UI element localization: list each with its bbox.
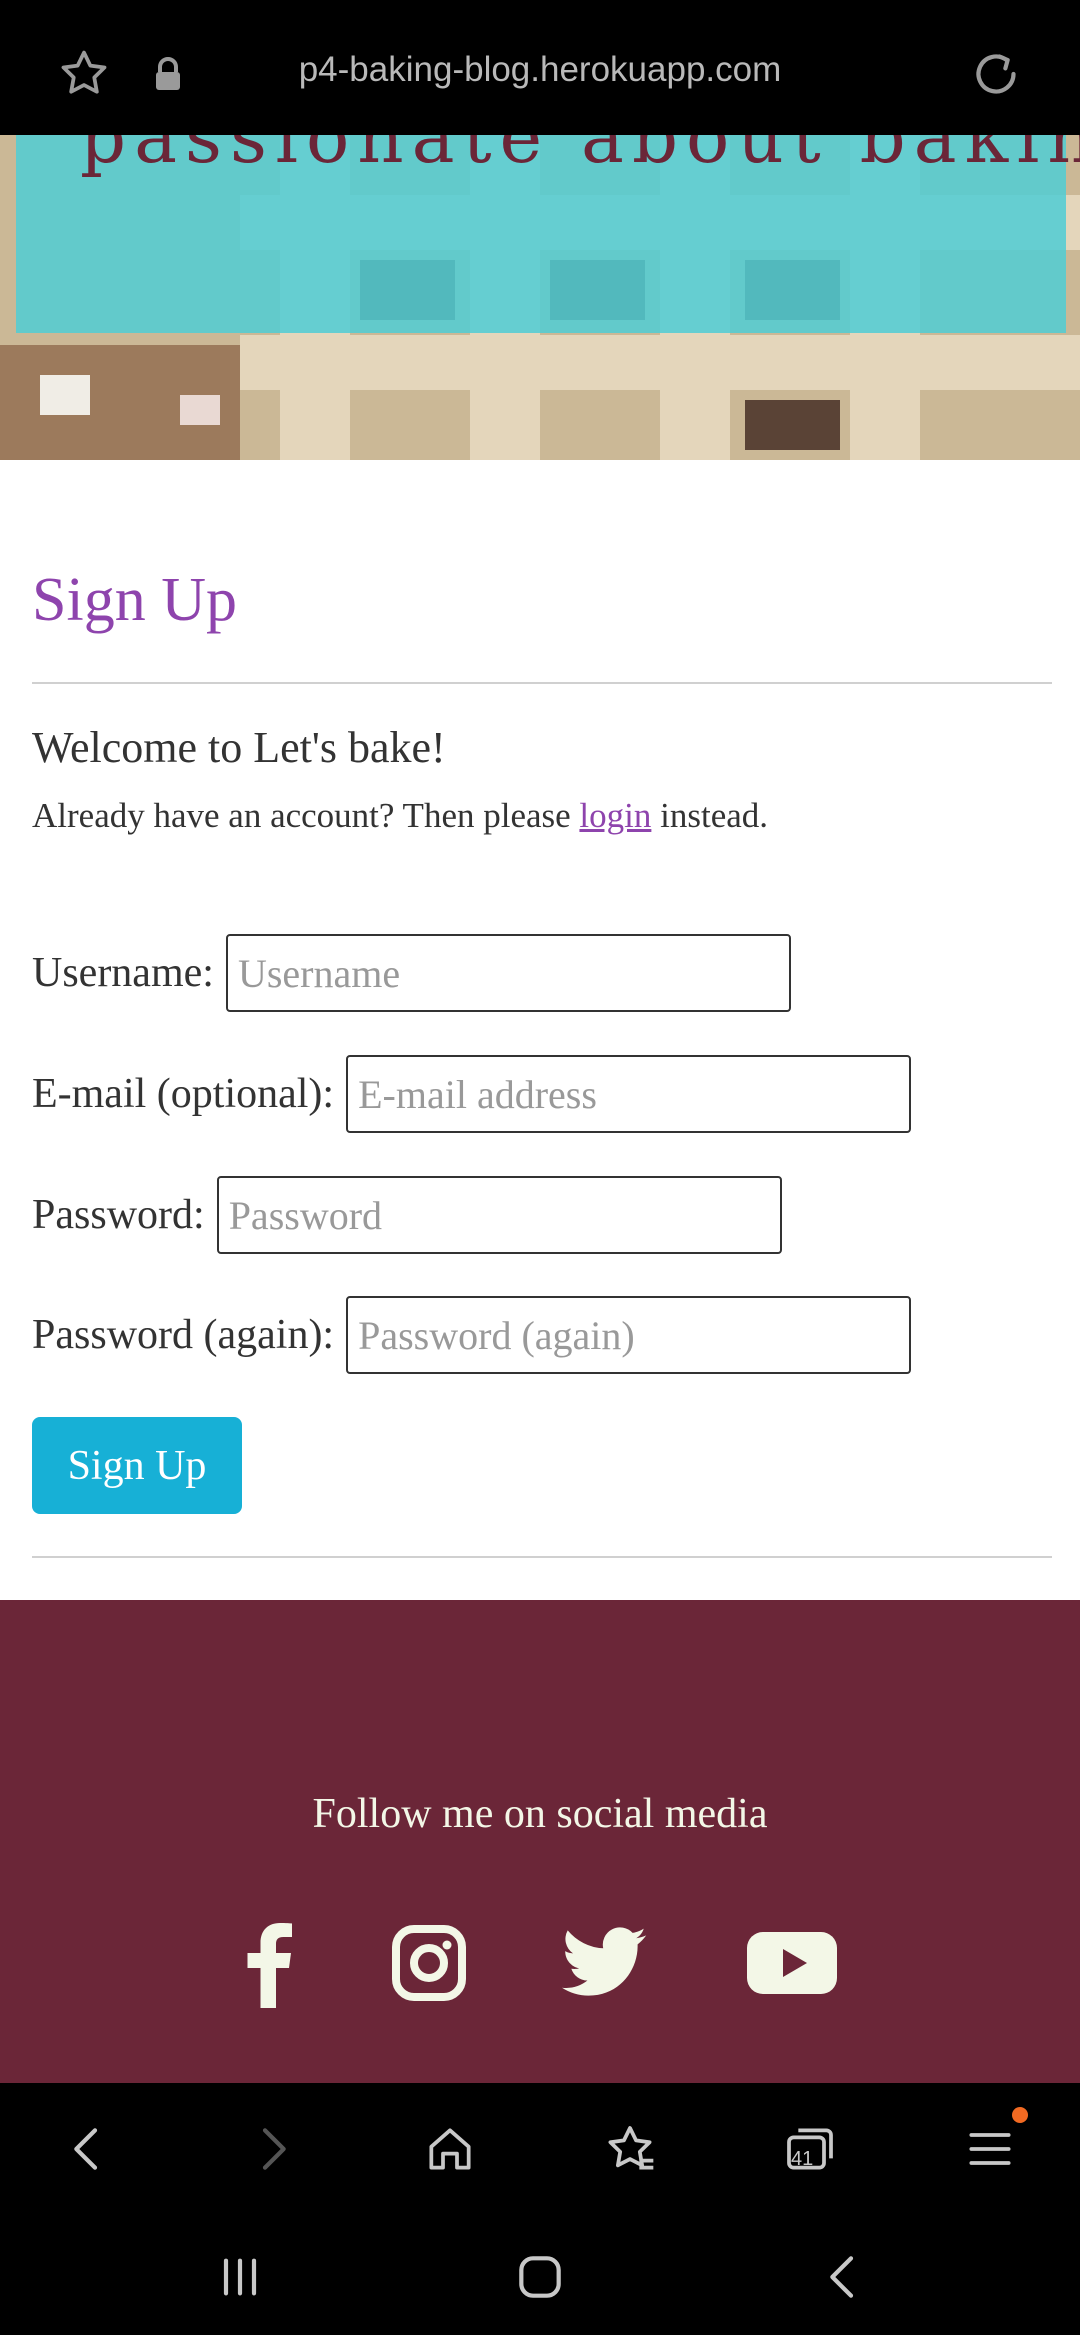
- home-icon[interactable]: [422, 2121, 478, 2177]
- username-row: Username:: [32, 934, 791, 1012]
- reload-icon[interactable]: [968, 46, 1024, 102]
- password-again-input[interactable]: [346, 1296, 912, 1374]
- email-input[interactable]: [346, 1055, 912, 1133]
- bookmarks-icon[interactable]: [602, 2121, 658, 2177]
- footer: Follow me on social media: [0, 1600, 1080, 2083]
- address-bar-url[interactable]: p4-baking-blog.herokuapp.com: [0, 50, 1080, 90]
- hero-banner: passionate about baking: [0, 135, 1080, 460]
- sign-up-button[interactable]: Sign Up: [32, 1417, 242, 1514]
- tab-count: 41: [791, 2148, 814, 2170]
- youtube-icon[interactable]: [747, 1918, 837, 2008]
- login-prompt-prefix: Already have an account? Then please: [32, 796, 580, 835]
- email-row: E-mail (optional):: [32, 1055, 912, 1133]
- password-label: Password:: [32, 1192, 205, 1238]
- forward-icon: [262, 2128, 286, 2170]
- login-prompt: Already have an account? Then please log…: [32, 796, 768, 836]
- menu-icon[interactable]: [962, 2121, 1018, 2177]
- divider: [32, 1556, 1052, 1558]
- system-home-icon[interactable]: [512, 2249, 568, 2305]
- hero-tagline: passionate about baking: [80, 135, 1080, 179]
- username-label: Username:: [32, 950, 214, 996]
- username-input[interactable]: [225, 934, 791, 1012]
- password-input[interactable]: [216, 1176, 782, 1254]
- page-title: Sign Up: [32, 566, 237, 634]
- password-again-row: Password (again):: [32, 1296, 912, 1374]
- back-icon[interactable]: [60, 2121, 116, 2177]
- system-nav-bar: [0, 2213, 1080, 2335]
- password-again-label: Password (again):: [32, 1312, 335, 1358]
- password-row: Password:: [32, 1176, 782, 1254]
- follow-text: Follow me on social media: [312, 1791, 768, 1837]
- browser-bottom-nav: 41: [0, 2083, 1080, 2213]
- login-link[interactable]: login: [579, 796, 651, 835]
- email-label: E-mail (optional):: [32, 1071, 335, 1117]
- twitter-icon[interactable]: [562, 1918, 648, 2008]
- login-prompt-suffix: instead.: [651, 796, 769, 835]
- browser-top-bar: p4-baking-blog.herokuapp.com: [0, 0, 1080, 135]
- divider: [32, 682, 1052, 684]
- instagram-icon[interactable]: [392, 1918, 466, 2008]
- system-back-icon[interactable]: [816, 2249, 872, 2305]
- facebook-icon[interactable]: [238, 1918, 298, 2008]
- notification-dot: [1012, 2107, 1028, 2123]
- welcome-text: Welcome to Let's bake!: [32, 723, 446, 772]
- recent-apps-icon[interactable]: [212, 2249, 268, 2305]
